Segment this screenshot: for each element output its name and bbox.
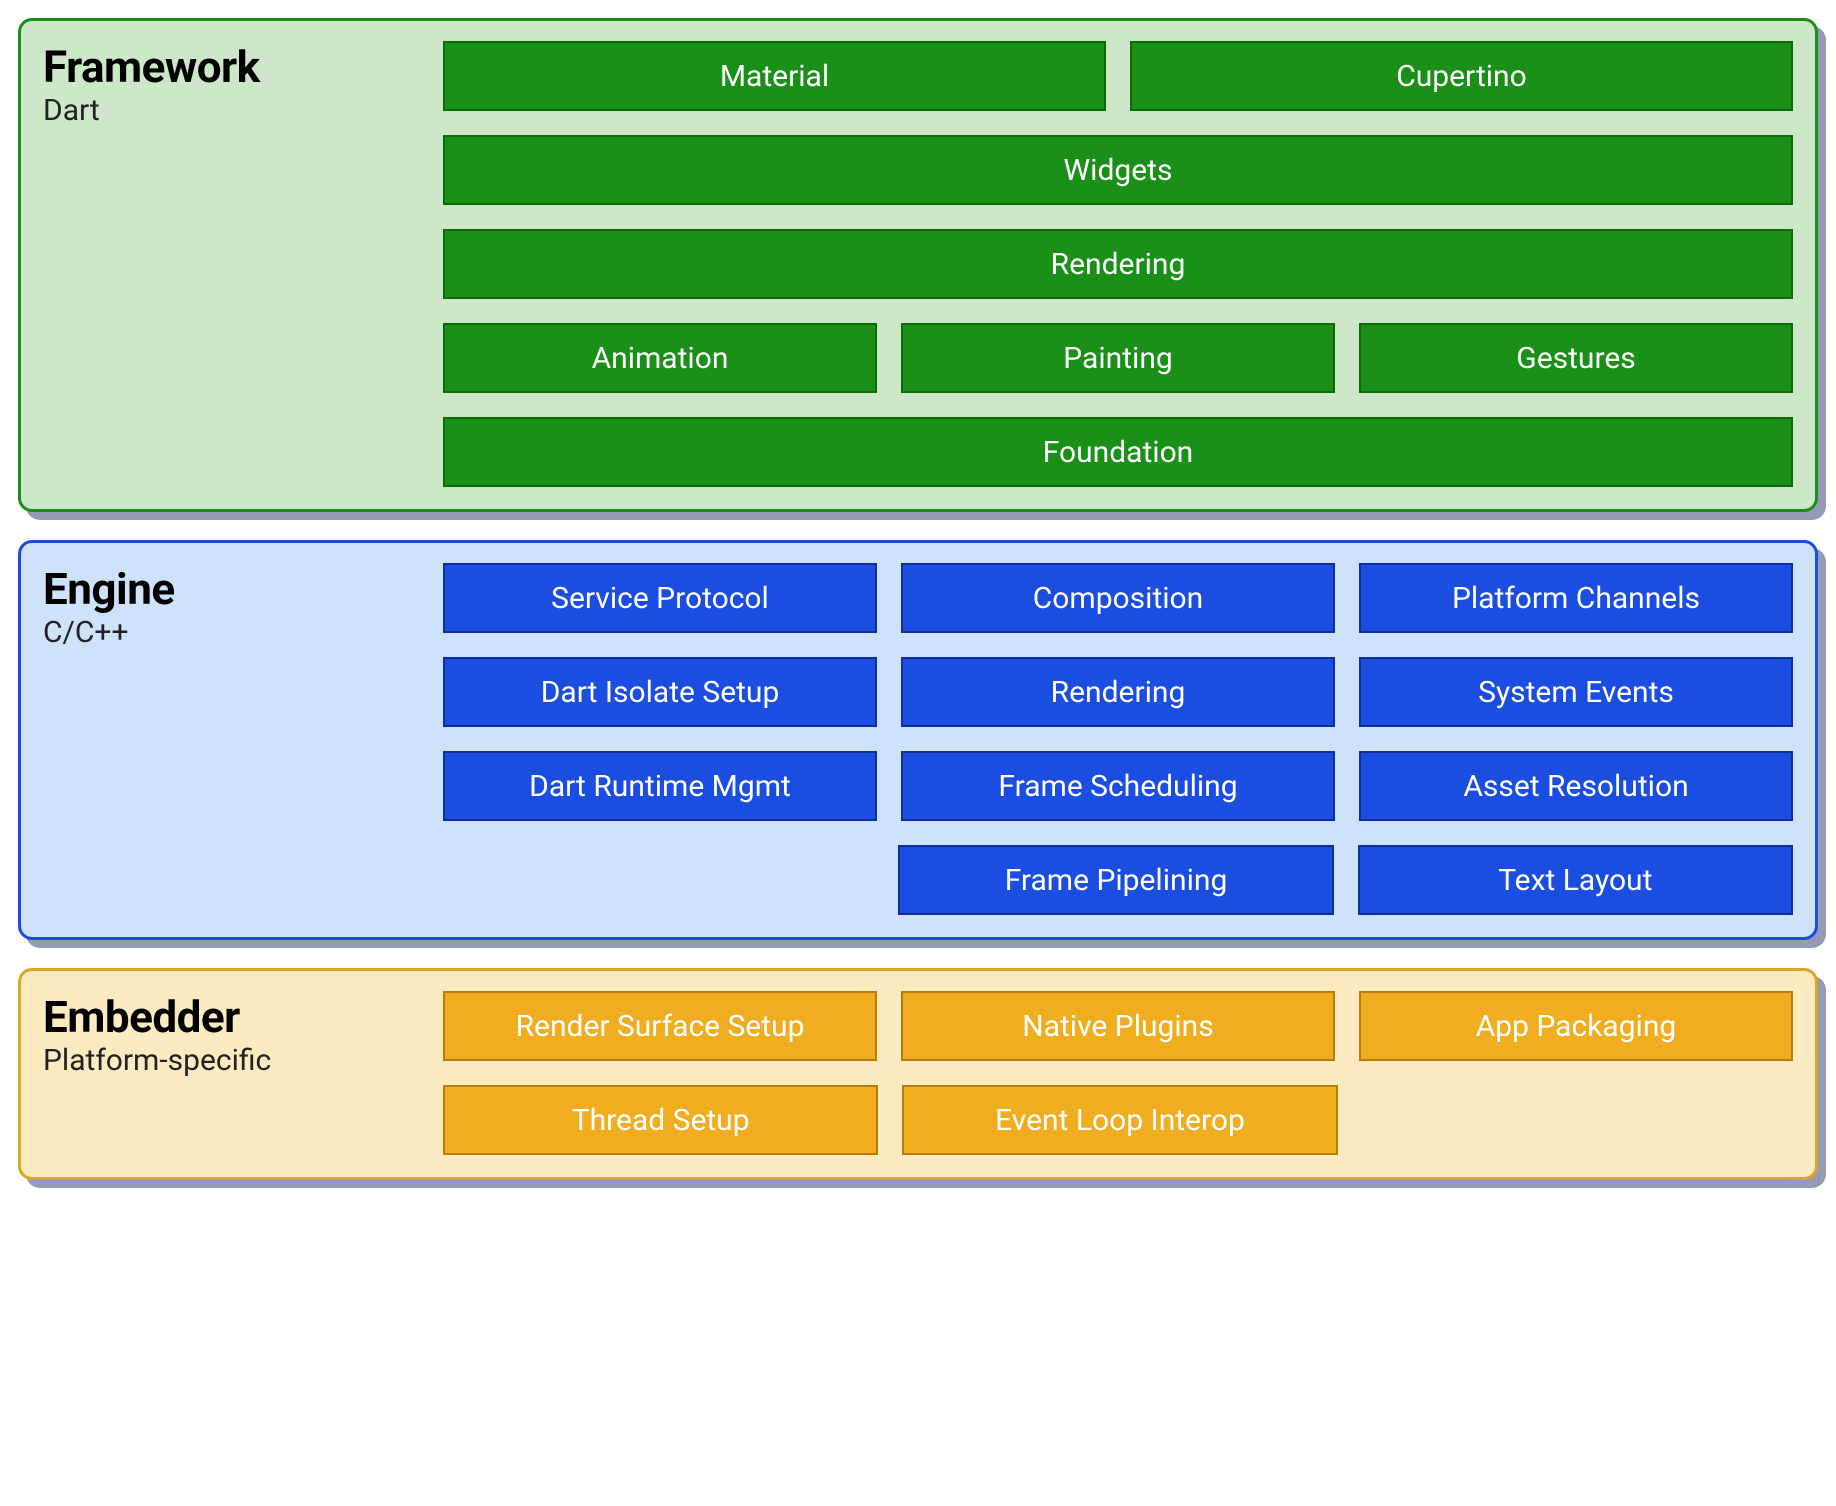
framework-title: Framework — [43, 41, 443, 93]
framework-row-2: Rendering — [443, 229, 1793, 299]
framework-row-4: Foundation — [443, 417, 1793, 487]
embedder-layer: Embedder Platform-specific Render Surfac… — [18, 968, 1818, 1180]
framework-cell-material: Material — [443, 41, 1106, 111]
framework-layer: Framework Dart Material Cupertino Widget… — [18, 18, 1818, 512]
framework-label: Framework Dart — [43, 41, 443, 128]
architecture-diagram: Framework Dart Material Cupertino Widget… — [18, 18, 1818, 1180]
engine-cell-system-events: System Events — [1359, 657, 1793, 727]
engine-row-1: Dart Isolate Setup Rendering System Even… — [443, 657, 1793, 727]
engine-cell-frame-pipelining: Frame Pipelining — [898, 845, 1333, 915]
embedder-row-1: Thread Setup Event Loop Interop — [443, 1085, 1793, 1155]
embedder-title: Embedder — [43, 991, 443, 1043]
framework-row-0: Material Cupertino — [443, 41, 1793, 111]
embedder-cell-render-surface-setup: Render Surface Setup — [443, 991, 877, 1061]
engine-row-0: Service Protocol Composition Platform Ch… — [443, 563, 1793, 633]
engine-cell-frame-scheduling: Frame Scheduling — [901, 751, 1335, 821]
embedder-cell-event-loop-interop: Event Loop Interop — [902, 1085, 1337, 1155]
framework-cell-painting: Painting — [901, 323, 1335, 393]
embedder-cell-thread-setup: Thread Setup — [443, 1085, 878, 1155]
framework-cell-widgets: Widgets — [443, 135, 1793, 205]
engine-row-2: Dart Runtime Mgmt Frame Scheduling Asset… — [443, 751, 1793, 821]
framework-cell-rendering: Rendering — [443, 229, 1793, 299]
embedder-label: Embedder Platform-specific — [43, 991, 443, 1078]
engine-title: Engine — [43, 563, 443, 615]
framework-subtitle: Dart — [43, 93, 443, 128]
engine-cell-platform-channels: Platform Channels — [1359, 563, 1793, 633]
engine-cell-text-layout: Text Layout — [1358, 845, 1793, 915]
framework-cell-gestures: Gestures — [1359, 323, 1793, 393]
framework-cell-animation: Animation — [443, 323, 877, 393]
framework-cell-cupertino: Cupertino — [1130, 41, 1793, 111]
engine-cell-asset-resolution: Asset Resolution — [1359, 751, 1793, 821]
framework-row-1: Widgets — [443, 135, 1793, 205]
framework-content: Material Cupertino Widgets Rendering Ani… — [443, 41, 1793, 487]
framework-cell-foundation: Foundation — [443, 417, 1793, 487]
engine-cell-empty — [443, 845, 874, 915]
engine-cell-rendering: Rendering — [901, 657, 1335, 727]
embedder-subtitle: Platform-specific — [43, 1043, 443, 1078]
framework-row-3: Animation Painting Gestures — [443, 323, 1793, 393]
engine-cell-dart-isolate-setup: Dart Isolate Setup — [443, 657, 877, 727]
engine-subtitle: C/C++ — [43, 615, 443, 650]
engine-content: Service Protocol Composition Platform Ch… — [443, 563, 1793, 915]
engine-cell-service-protocol: Service Protocol — [443, 563, 877, 633]
embedder-content: Render Surface Setup Native Plugins App … — [443, 991, 1793, 1155]
engine-layer: Engine C/C++ Service Protocol Compositio… — [18, 540, 1818, 940]
engine-cell-dart-runtime-mgmt: Dart Runtime Mgmt — [443, 751, 877, 821]
embedder-row-0: Render Surface Setup Native Plugins App … — [443, 991, 1793, 1061]
engine-label: Engine C/C++ — [43, 563, 443, 650]
embedder-cell-app-packaging: App Packaging — [1359, 991, 1793, 1061]
embedder-cell-native-plugins: Native Plugins — [901, 991, 1335, 1061]
engine-row-3: Frame Pipelining Text Layout — [443, 845, 1793, 915]
embedder-cell-empty — [1362, 1085, 1793, 1155]
engine-cell-composition: Composition — [901, 563, 1335, 633]
